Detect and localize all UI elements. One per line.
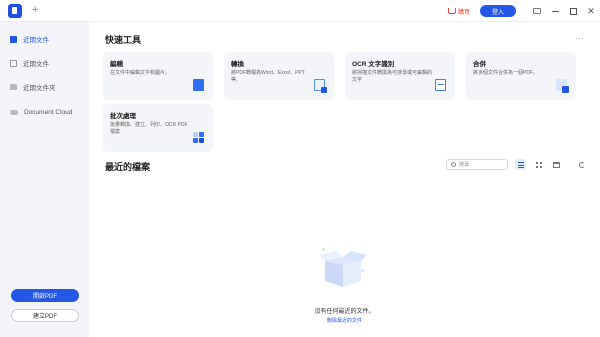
login-button[interactable]: 登入 xyxy=(480,5,516,17)
refresh-icon xyxy=(578,161,585,168)
tool-description: 在文件中編輯文字和圖片。 xyxy=(110,70,171,76)
empty-state-link[interactable]: 刪除最近的文件 xyxy=(89,317,600,324)
open-pdf-button[interactable]: 開啟PDF xyxy=(11,289,79,302)
list-view-button[interactable] xyxy=(515,159,526,170)
empty-box-illustration: + + xyxy=(319,248,367,287)
tool-description: 將掃描文件轉換為可搜尋或可編輯的文字 xyxy=(352,70,433,83)
empty-state-message: 沒有任何最近的文件。 xyxy=(314,309,375,315)
folder-icon xyxy=(10,84,17,90)
svg-text:+: + xyxy=(361,269,365,275)
cart-icon xyxy=(447,8,456,14)
tool-card-convert[interactable]: 轉換 將PDF轉檔為Word、Excel、PPT等。 xyxy=(224,52,334,100)
search-placeholder: 搜尋 xyxy=(459,162,470,168)
recent-files-icon xyxy=(10,35,17,43)
sidebar-item-label: 近期文件 xyxy=(23,37,49,44)
tool-title: 轉換 xyxy=(231,61,244,68)
cloud-icon xyxy=(10,109,18,115)
recent-files-title: 最近的檔案 xyxy=(105,162,151,172)
grid-view-icon xyxy=(535,161,542,168)
sidebar-item-folders[interactable]: 近期文件夾 xyxy=(0,76,89,98)
tool-card-merge[interactable]: 合併 將多個文件合併為一個PDF。 xyxy=(466,52,576,100)
sidebar-item-label: Document Cloud xyxy=(24,108,73,116)
tool-description: 將PDF轉檔為Word、Excel、PPT等。 xyxy=(231,70,305,83)
quick-tools-title: 快速工具 xyxy=(105,35,142,45)
storage-icon xyxy=(553,161,560,168)
tool-description: 將多個文件合併為一個PDF。 xyxy=(473,70,539,76)
tool-description: 批量轉換、建立、列印、OCR PDF檔案 xyxy=(110,122,188,135)
sidebar-item-documents[interactable]: 近期文件 xyxy=(0,52,89,74)
cart-button[interactable]: 購買 xyxy=(447,7,470,16)
sidebar-item-recent-files[interactable]: 近期文件 xyxy=(0,28,89,50)
maximize-icon xyxy=(569,7,577,15)
ocr-icon xyxy=(435,79,446,91)
cart-label: 購買 xyxy=(457,9,470,16)
tool-title: 批次處理 xyxy=(110,113,136,120)
close-icon: ✕ xyxy=(587,5,595,16)
minimize-button[interactable] xyxy=(546,0,564,22)
tool-card-batch[interactable]: 批次處理 批量轉換、建立、列印、OCR PDF檔案 xyxy=(103,104,213,152)
tool-card-edit[interactable]: 編輯 在文件中編輯文字和圖片。 xyxy=(103,52,213,100)
grid-view-button[interactable] xyxy=(533,159,544,170)
new-tab-button[interactable]: + xyxy=(32,5,38,16)
title-bar: + 購買 登入 ✕ xyxy=(0,0,600,22)
message-icon xyxy=(533,8,541,14)
more-options-icon[interactable]: ··· xyxy=(575,34,585,43)
convert-icon xyxy=(314,79,327,93)
batch-icon xyxy=(193,132,204,143)
tool-title: 合併 xyxy=(473,61,486,68)
tool-title: OCR 文字識別 xyxy=(352,61,395,68)
maximize-button[interactable] xyxy=(564,0,582,22)
search-input[interactable]: 搜尋 xyxy=(446,159,508,170)
create-pdf-button[interactable]: 建立PDF xyxy=(11,309,79,322)
search-icon xyxy=(451,162,456,167)
merge-icon xyxy=(556,79,569,93)
app-logo-icon xyxy=(8,3,22,18)
storage-button[interactable] xyxy=(551,159,562,170)
title-bar-controls: 購買 登入 ✕ xyxy=(447,0,600,22)
edit-icon xyxy=(193,79,204,91)
main-content: 快速工具 ··· 編輯 在文件中編輯文字和圖片。 轉換 將PDF轉檔為Word、… xyxy=(89,22,600,337)
tool-title: 編輯 xyxy=(110,61,123,68)
refresh-button[interactable] xyxy=(576,159,587,170)
sidebar-item-label: 近期文件 xyxy=(23,61,49,68)
document-icon xyxy=(10,59,17,67)
close-button[interactable]: ✕ xyxy=(582,0,600,22)
svg-text:+: + xyxy=(322,248,326,254)
list-view-icon xyxy=(517,161,524,168)
tool-card-ocr[interactable]: OCR 文字識別 將掃描文件轉換為可搜尋或可編輯的文字 xyxy=(345,52,455,100)
sidebar-item-document-cloud[interactable]: Document Cloud xyxy=(0,101,89,123)
sidebar-item-label: 近期文件夾 xyxy=(23,85,56,92)
minimize-icon xyxy=(551,10,559,12)
message-button[interactable] xyxy=(528,0,546,22)
sidebar: 近期文件 近期文件 近期文件夾 Document Cloud 開啟PDF 建立P… xyxy=(0,22,89,337)
